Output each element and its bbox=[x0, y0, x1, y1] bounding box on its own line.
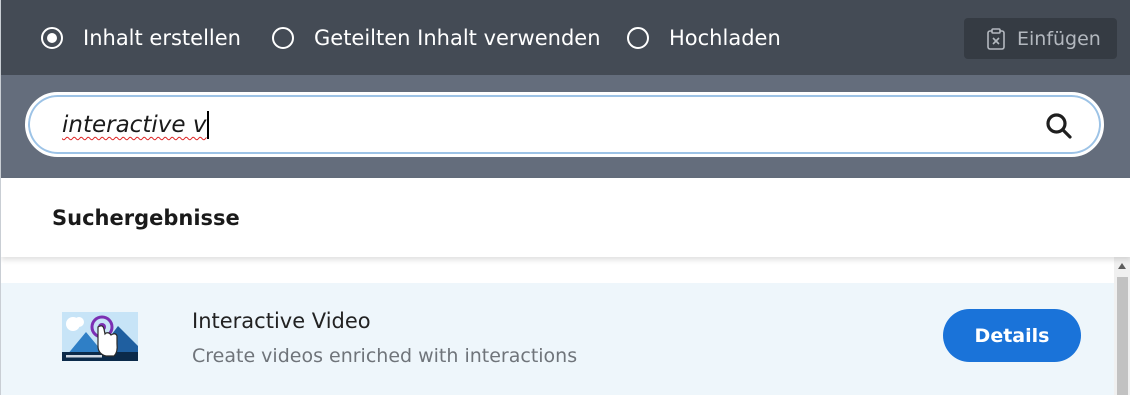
radio-selected-icon[interactable] bbox=[41, 27, 63, 49]
results-list: Interactive Video Create videos enriched… bbox=[1, 257, 1114, 395]
interactive-video-icon bbox=[62, 312, 138, 361]
tab-upload[interactable]: Hochladen bbox=[627, 23, 781, 53]
paste-label: Einfügen bbox=[1017, 27, 1101, 50]
tab-label: Geteilten Inhalt verwenden bbox=[314, 26, 601, 50]
tab-label: Hochladen bbox=[669, 26, 781, 50]
radio-unselected-icon[interactable] bbox=[627, 27, 649, 49]
search-icon[interactable] bbox=[1044, 111, 1074, 141]
list-item-interactive-video[interactable]: Interactive Video Create videos enriched… bbox=[1, 283, 1114, 395]
scrollbar-thumb[interactable] bbox=[1117, 277, 1128, 395]
scrollbar[interactable] bbox=[1114, 257, 1130, 395]
text-caret bbox=[207, 111, 209, 139]
paste-button[interactable]: Einfügen bbox=[964, 18, 1117, 59]
item-description: Create videos enriched with interactions bbox=[192, 345, 578, 367]
content-type-selector: Inhalt erstellen Geteilten Inhalt verwen… bbox=[0, 0, 1130, 395]
tab-label: Inhalt erstellen bbox=[83, 26, 241, 50]
details-button[interactable]: Details bbox=[943, 309, 1081, 362]
tab-bar: Inhalt erstellen Geteilten Inhalt verwen… bbox=[1, 0, 1130, 75]
radio-unselected-icon[interactable] bbox=[272, 27, 294, 49]
item-title: Interactive Video bbox=[192, 309, 371, 333]
search-input-value: interactive v bbox=[62, 112, 207, 138]
tab-use-shared-content[interactable]: Geteilten Inhalt verwenden bbox=[272, 23, 601, 53]
tab-create-content[interactable]: Inhalt erstellen bbox=[41, 23, 241, 53]
scroll-up-arrow-icon[interactable] bbox=[1118, 263, 1126, 269]
clipboard-x-icon bbox=[984, 27, 1008, 51]
search-band: interactive v bbox=[1, 75, 1130, 178]
results-header: Suchergebnisse bbox=[1, 178, 1130, 257]
search-input[interactable]: interactive v bbox=[62, 107, 1022, 143]
results-heading: Suchergebnisse bbox=[52, 206, 240, 230]
search-box: interactive v bbox=[25, 92, 1104, 157]
